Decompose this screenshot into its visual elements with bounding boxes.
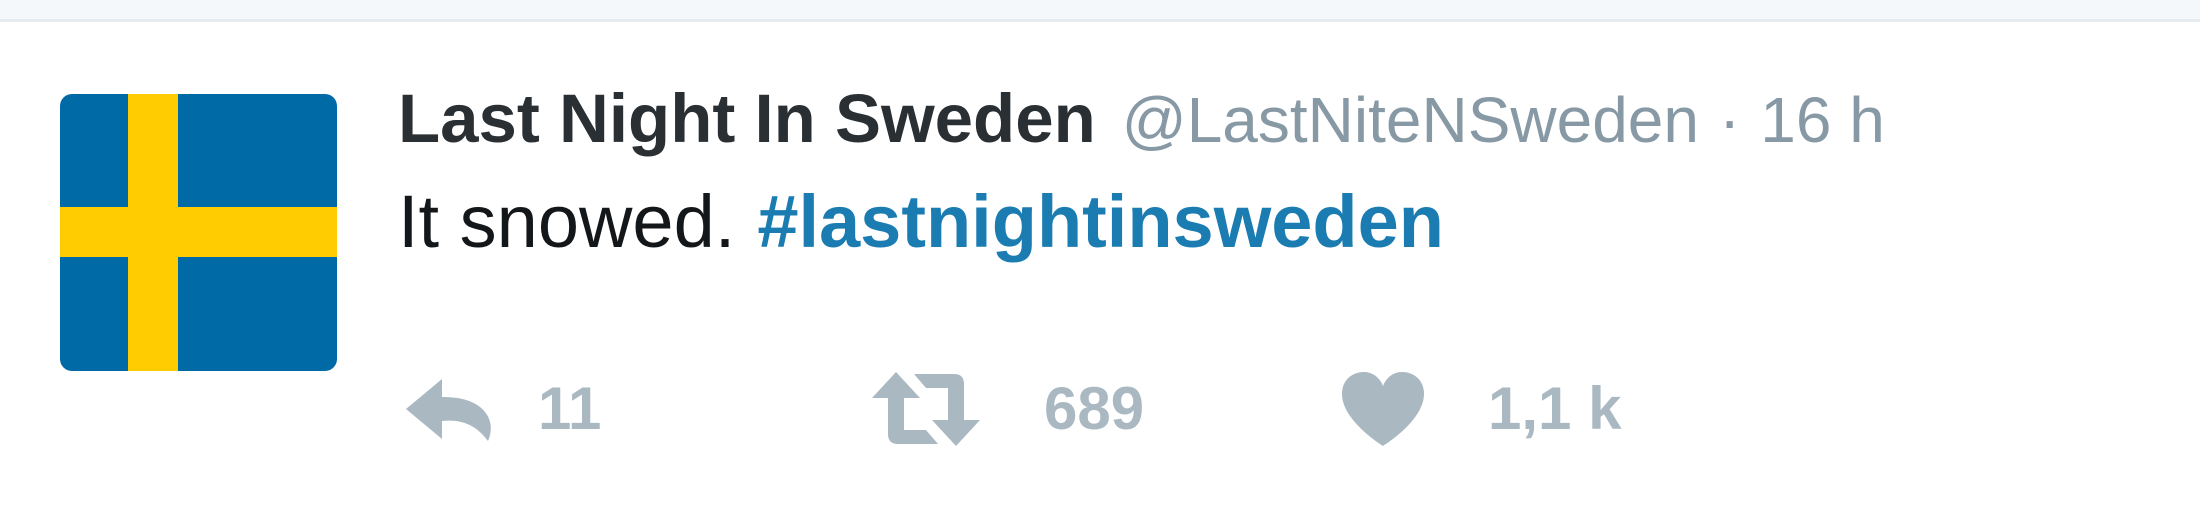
retweet-button[interactable]: 689 <box>868 359 1144 459</box>
tweet[interactable]: Last Night In Sweden @LastNiteNSweden · 16 … <box>0 22 2200 510</box>
hashtag-link[interactable]: #lastnightinsweden <box>757 180 1444 263</box>
separator-dot: · <box>1718 84 1741 156</box>
avatar[interactable] <box>60 94 337 371</box>
retweet-count: 689 <box>1044 375 1145 442</box>
tweet-text: It snowed. #lastnightinsweden <box>398 185 1444 259</box>
reply-button[interactable]: 11 <box>404 359 601 459</box>
display-name[interactable]: Last Night In Sweden <box>398 80 1096 157</box>
timestamp[interactable]: 16 h <box>1760 84 1885 156</box>
heart-icon <box>1342 372 1424 446</box>
like-button[interactable]: 1,1 k <box>1340 359 1621 459</box>
like-count: 1,1 k <box>1488 375 1622 442</box>
reply-icon <box>406 379 491 441</box>
timeline-top-divider <box>0 0 2200 22</box>
tweet-body: It snowed. <box>398 180 736 263</box>
username[interactable]: @LastNiteNSweden <box>1122 84 1699 156</box>
retweet-icon <box>872 372 980 446</box>
reply-count: 11 <box>538 375 602 442</box>
tweet-header: Last Night In Sweden @LastNiteNSweden · 16 … <box>398 84 1885 153</box>
sweden-flag-icon <box>60 94 337 371</box>
